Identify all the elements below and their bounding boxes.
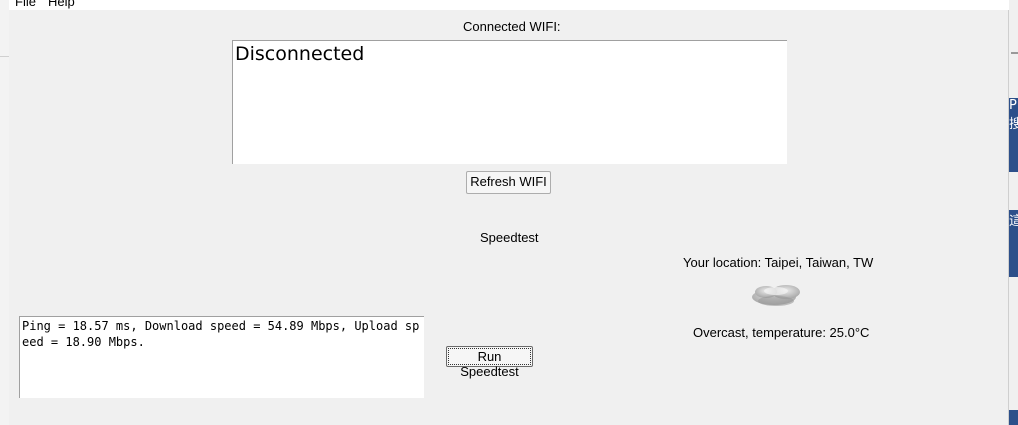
location-label: Your location: Taipei, Taiwan, TW [683,255,874,270]
wifi-title-label: Connected WIFI: [463,19,561,34]
speedtest-result-text: Ping = 18.57 ms, Download speed = 54.89 … [22,319,420,349]
wifi-status-textbox[interactable]: Disconnected [232,40,787,164]
cloud-icon [752,285,800,306]
wifi-status-text: Disconnected [235,43,365,65]
background-divider [0,56,9,57]
background-text-2: 搜 [1009,117,1018,132]
refresh-wifi-button[interactable]: Refresh WIFI [466,171,551,194]
run-speedtest-button[interactable]: Run Speedtest [446,346,533,379]
background-window-left [0,0,9,425]
background-text-3: 這 [1009,214,1018,229]
background-text-1: P [1009,98,1017,113]
menu-help[interactable]: Help [48,0,75,10]
weather-description-label: Overcast, temperature: 25.0°C [693,325,870,340]
background-panel-1: P搜 [1009,98,1018,172]
background-window-right: P搜 這 [1009,0,1018,425]
menu-bar: File Help [9,0,1009,10]
run-speedtest-label: Run Speedtest [448,348,531,379]
menu-file[interactable]: File [15,0,36,10]
background-dash [1011,52,1018,54]
speedtest-title-label: Speedtest [480,230,539,245]
app-window: File Help Connected WIFI: Disconnected R… [9,0,1009,425]
speedtest-result-textbox[interactable]: Ping = 18.57 ms, Download speed = 54.89 … [19,316,424,398]
background-panel-2: 這 [1009,210,1018,277]
background-panel-3 [1009,410,1018,425]
